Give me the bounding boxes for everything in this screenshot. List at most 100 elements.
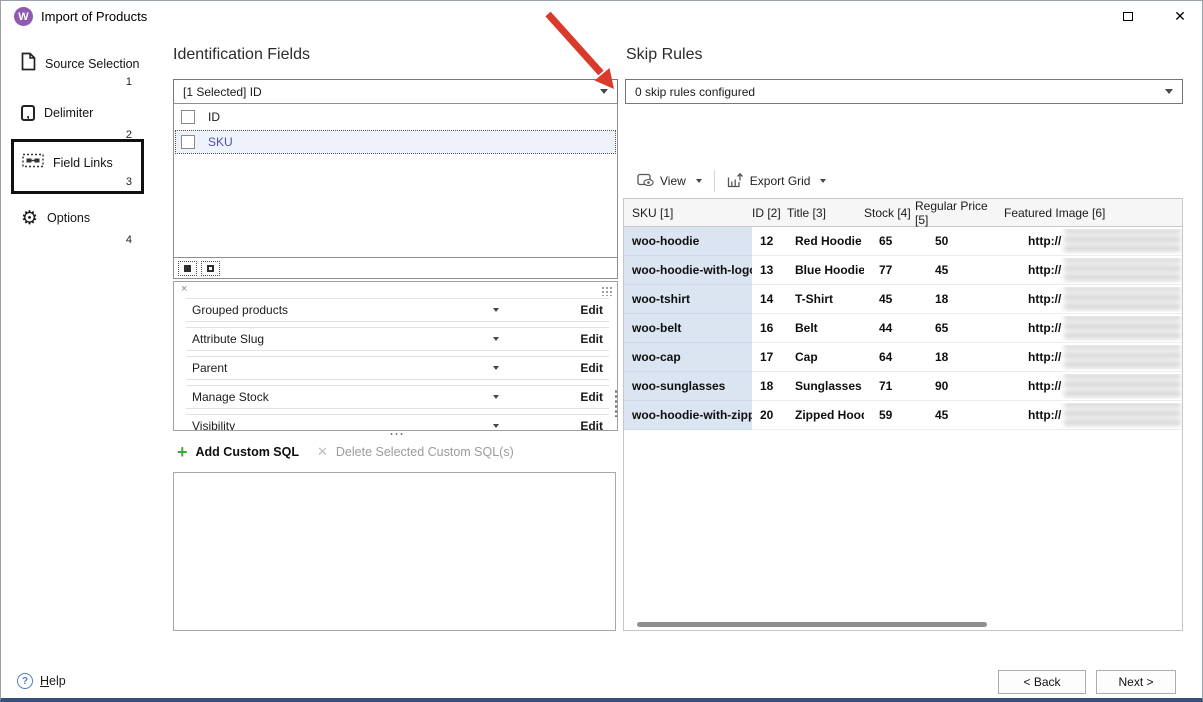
panel-header: × [174, 282, 617, 298]
mapping-dropdown[interactable] [489, 424, 575, 428]
table-row[interactable]: woo-cap 17 Cap 64 18 http:// [624, 343, 1182, 372]
sidebar-step-options[interactable]: ⚙ Options 4 [11, 205, 144, 247]
col-header-stock[interactable]: Stock [4] [864, 206, 915, 220]
mapping-field-name: Parent [192, 361, 489, 375]
chevron-down-icon [1165, 89, 1173, 94]
col-header-regular-price[interactable]: Regular Price [5] [915, 199, 1004, 227]
step-number: 4 [126, 234, 132, 246]
table-row[interactable]: woo-sunglasses 18 Sunglasses 71 90 http:… [624, 372, 1182, 401]
sidebar-step-delimiter[interactable]: , Delimiter 2 [11, 100, 144, 142]
field-option-label: ID [208, 110, 220, 124]
mapping-field-name: Manage Stock [192, 390, 489, 404]
field-mapping-row[interactable]: Visibility Edit [186, 414, 609, 431]
chevron-down-icon [493, 337, 499, 341]
next-button[interactable]: Next > [1096, 670, 1176, 694]
edit-link[interactable]: Edit [575, 390, 603, 404]
custom-sql-list-box[interactable] [173, 472, 616, 631]
chevron-down-icon [493, 424, 499, 428]
cell-regular-price: 18 [915, 350, 1004, 364]
field-option-sku[interactable]: SKU [175, 130, 616, 154]
checkbox-sku[interactable] [181, 135, 195, 149]
edit-link[interactable]: Edit [575, 303, 603, 317]
view-menu-button[interactable]: View [629, 173, 710, 190]
deselect-all-icon[interactable] [201, 261, 220, 276]
skip-rules-dropdown[interactable]: 0 skip rules configured [625, 79, 1183, 104]
horizontal-scrollbar[interactable] [637, 622, 987, 627]
field-links-icon [22, 153, 44, 173]
table-row[interactable]: woo-hoodie-with-logo 13 Blue Hoodie 77 4… [624, 256, 1182, 285]
cell-sku: woo-cap [624, 343, 752, 372]
view-label: View [660, 174, 686, 188]
chevron-down-icon [696, 179, 702, 183]
table-row[interactable]: woo-belt 16 Belt 44 65 http:// [624, 314, 1182, 343]
url-prefix: http:// [1028, 234, 1061, 248]
close-button[interactable]: ✕ [1163, 4, 1197, 29]
field-mapping-row[interactable]: Parent Edit [186, 356, 609, 380]
edit-link[interactable]: Edit [575, 332, 603, 346]
checkbox-id[interactable] [181, 110, 195, 124]
cell-regular-price: 45 [915, 263, 1004, 277]
plus-icon: + [177, 444, 188, 460]
maximize-button[interactable] [1111, 4, 1145, 29]
edit-link[interactable]: Edit [575, 361, 603, 375]
dropdown-value: [1 Selected] ID [183, 85, 262, 99]
panel-drag-handle-horizontal[interactable] [389, 432, 404, 436]
field-mapping-row[interactable]: Manage Stock Edit [186, 385, 609, 409]
sidebar-step-source-selection[interactable]: Source Selection 1 [11, 47, 144, 89]
help-button[interactable]: ? Help [17, 673, 66, 689]
url-prefix: http:// [1028, 350, 1061, 364]
redacted-url-blur [1064, 374, 1181, 399]
url-prefix: http:// [1028, 263, 1061, 277]
cell-stock: 71 [864, 379, 915, 393]
import-wizard-window: W Import of Products ✕ Source Selection … [0, 0, 1203, 702]
cell-stock: 65 [864, 234, 915, 248]
table-row[interactable]: woo-hoodie 12 Red Hoodie 65 50 http:// [624, 227, 1182, 256]
delete-custom-sql-button-disabled[interactable]: Delete Selected Custom SQL(s) [336, 445, 514, 459]
identification-fields-dropdown[interactable]: [1 Selected] ID [173, 79, 618, 104]
field-option-id[interactable]: ID [175, 105, 616, 129]
toolbar-divider [714, 170, 715, 192]
back-button[interactable]: < Back [998, 670, 1086, 694]
delimiter-icon: , [21, 105, 35, 121]
cell-sku: woo-hoodie-with-logo [624, 256, 752, 285]
cell-regular-price: 50 [915, 234, 1004, 248]
step-label: Options [47, 211, 90, 225]
edit-link[interactable]: Edit [575, 419, 603, 431]
field-mapping-row[interactable]: Attribute Slug Edit [186, 327, 609, 351]
cell-featured-image: http:// [1004, 374, 1182, 399]
add-custom-sql-button[interactable]: Add Custom SQL [196, 445, 299, 459]
export-grid-menu-button[interactable]: Export Grid [719, 172, 835, 191]
cell-id: 14 [752, 292, 787, 306]
cell-featured-image: http:// [1004, 258, 1182, 283]
cell-title: Cap [787, 350, 864, 364]
col-header-id[interactable]: ID [2] [752, 206, 787, 220]
select-all-icon[interactable] [178, 261, 197, 276]
table-row[interactable]: woo-hoodie-with-zipper 20 Zipped Hoodie … [624, 401, 1182, 430]
mapping-dropdown[interactable] [489, 308, 575, 312]
cell-stock: 59 [864, 408, 915, 422]
mapping-dropdown[interactable] [489, 366, 575, 370]
cell-stock: 44 [864, 321, 915, 335]
panel-drag-handle-vertical[interactable] [614, 389, 618, 417]
identification-fields-heading: Identification Fields [173, 46, 310, 64]
cell-featured-image: http:// [1004, 229, 1182, 254]
cell-featured-image: http:// [1004, 345, 1182, 370]
mapping-field-name: Attribute Slug [192, 332, 489, 346]
help-label: Help [40, 674, 66, 688]
panel-close-icon[interactable]: × [181, 283, 187, 295]
table-row[interactable]: woo-tshirt 14 T-Shirt 45 18 http:// [624, 285, 1182, 314]
cell-sku: woo-belt [624, 314, 752, 343]
mapping-dropdown[interactable] [489, 395, 575, 399]
cell-id: 17 [752, 350, 787, 364]
col-header-title[interactable]: Title [3] [787, 206, 864, 220]
field-mapping-row[interactable]: Grouped products Edit [186, 298, 609, 322]
cell-regular-price: 18 [915, 292, 1004, 306]
field-mappings-panel: × Grouped products Edit Attribute Slug E… [173, 281, 618, 431]
col-header-featured-image[interactable]: Featured Image [6] [1004, 206, 1182, 220]
step-number: 1 [126, 76, 132, 88]
url-prefix: http:// [1028, 292, 1061, 306]
mapping-dropdown[interactable] [489, 337, 575, 341]
sidebar-step-field-links-active[interactable]: Field Links 3 [11, 139, 144, 194]
resize-grip-icon[interactable] [601, 286, 612, 296]
col-header-sku[interactable]: SKU [1] [624, 206, 752, 220]
